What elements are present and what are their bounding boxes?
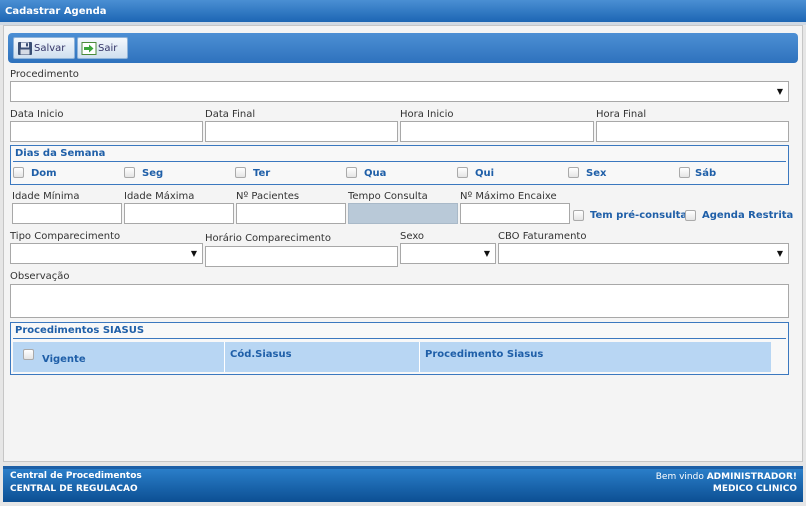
observacao-textarea[interactable] — [10, 284, 789, 318]
floppy-disk-icon — [17, 41, 33, 56]
day-qui-label: Qui — [475, 168, 495, 179]
window-title-bar: Cadastrar Agenda — [0, 0, 806, 22]
siasus-grid-header: Vigente Cód.Siasus Procedimento Siasus — [13, 342, 771, 372]
exit-arrow-icon — [81, 41, 97, 56]
idade-minima-label: Idade Mínima — [12, 191, 80, 202]
cbo-select[interactable]: ▼ — [498, 243, 789, 264]
data-inicio-input[interactable] — [10, 121, 203, 142]
dias-semana-legend: Dias da Semana — [15, 148, 106, 159]
num-pacientes-input[interactable] — [236, 203, 346, 224]
column-procedimento-siasus-label: Procedimento Siasus — [425, 349, 544, 360]
tempo-consulta-label: Tempo Consulta — [348, 191, 428, 202]
siasus-legend: Procedimentos SIASUS — [15, 325, 145, 336]
max-encaixe-label: Nº Máximo Encaixe — [460, 191, 557, 202]
column-vigente-label: Vigente — [42, 354, 86, 365]
cbo-label: CBO Faturamento — [498, 231, 587, 242]
sexo-select[interactable]: ▼ — [400, 243, 496, 264]
procedimento-select[interactable]: ▼ — [10, 81, 789, 102]
hora-inicio-label: Hora Inicio — [400, 109, 454, 120]
sexo-label: Sexo — [400, 231, 425, 242]
day-sex-checkbox[interactable] — [568, 167, 579, 178]
footer-system-name: Central de Procedimentos — [10, 471, 142, 481]
hora-inicio-input[interactable] — [400, 121, 594, 142]
day-ter-checkbox[interactable] — [235, 167, 246, 178]
idade-maxima-input[interactable] — [124, 203, 234, 224]
dias-semana-fieldset: Dias da Semana — [10, 145, 789, 185]
footer: Central de Procedimentos CENTRAL DE REGU… — [3, 466, 803, 502]
column-cod-siasus[interactable]: Cód.Siasus — [225, 342, 420, 372]
idade-maxima-label: Idade Máxima — [124, 191, 195, 202]
save-button[interactable]: Salvar — [13, 37, 75, 59]
day-qua-checkbox[interactable] — [346, 167, 357, 178]
day-dom-label: Dom — [31, 168, 57, 179]
data-final-input[interactable] — [205, 121, 398, 142]
toolbar: Salvar Sair — [8, 33, 798, 63]
procedimento-label: Procedimento — [10, 69, 79, 80]
pre-consulta-checkbox[interactable] — [573, 210, 584, 221]
day-dom-checkbox[interactable] — [13, 167, 24, 178]
column-vigente[interactable]: Vigente — [13, 342, 225, 372]
user-role: MEDICO CLINICO — [712, 484, 797, 494]
column-procedimento-siasus[interactable]: Procedimento Siasus — [420, 342, 771, 372]
column-cod-siasus-label: Cód.Siasus — [230, 349, 292, 360]
window-title: Cadastrar Agenda — [5, 6, 107, 17]
day-sab-checkbox[interactable] — [679, 167, 690, 178]
exit-button-label: Sair — [98, 42, 118, 54]
pre-consulta-label: Tem pré-consulta — [590, 210, 688, 221]
hora-final-label: Hora Final — [596, 109, 647, 120]
max-encaixe-input[interactable] — [460, 203, 570, 224]
welcome-text: Bem vindo ADMINISTRADOR! — [656, 472, 797, 482]
hora-final-input[interactable] — [596, 121, 789, 142]
day-qui-checkbox[interactable] — [457, 167, 468, 178]
user-name: ADMINISTRADOR! — [706, 472, 797, 482]
day-qua-label: Qua — [364, 168, 387, 179]
select-all-checkbox[interactable] — [23, 349, 34, 360]
chevron-down-icon: ▼ — [483, 249, 490, 258]
chevron-down-icon: ▼ — [190, 249, 197, 258]
horario-comparecimento-input[interactable] — [205, 246, 398, 267]
day-seg-label: Seg — [142, 168, 164, 179]
save-button-label: Salvar — [34, 42, 66, 54]
observacao-label: Observação — [10, 271, 70, 282]
chevron-down-icon: ▼ — [776, 87, 783, 96]
exit-button[interactable]: Sair — [77, 37, 128, 59]
day-ter-label: Ter — [253, 168, 271, 179]
data-final-label: Data Final — [205, 109, 256, 120]
day-seg-checkbox[interactable] — [124, 167, 135, 178]
horario-comparecimento-label: Horário Comparecimento — [205, 233, 331, 244]
num-pacientes-label: Nº Pacientes — [236, 191, 300, 202]
data-inicio-label: Data Inicio — [10, 109, 64, 120]
chevron-down-icon: ▼ — [776, 249, 783, 258]
footer-unit-name: CENTRAL DE REGULACAO — [10, 484, 138, 494]
day-sab-label: Sáb — [695, 168, 717, 179]
divider — [13, 338, 786, 339]
day-sex-label: Sex — [586, 168, 607, 179]
tempo-consulta-input — [348, 203, 458, 224]
agenda-restrita-checkbox[interactable] — [685, 210, 696, 221]
agenda-restrita-label: Agenda Restrita — [702, 210, 794, 221]
idade-minima-input[interactable] — [12, 203, 122, 224]
divider — [13, 161, 786, 162]
tipo-comparecimento-select[interactable]: ▼ — [10, 243, 203, 264]
tipo-comparecimento-label: Tipo Comparecimento — [10, 231, 121, 242]
welcome-prefix: Bem vindo — [655, 472, 704, 482]
